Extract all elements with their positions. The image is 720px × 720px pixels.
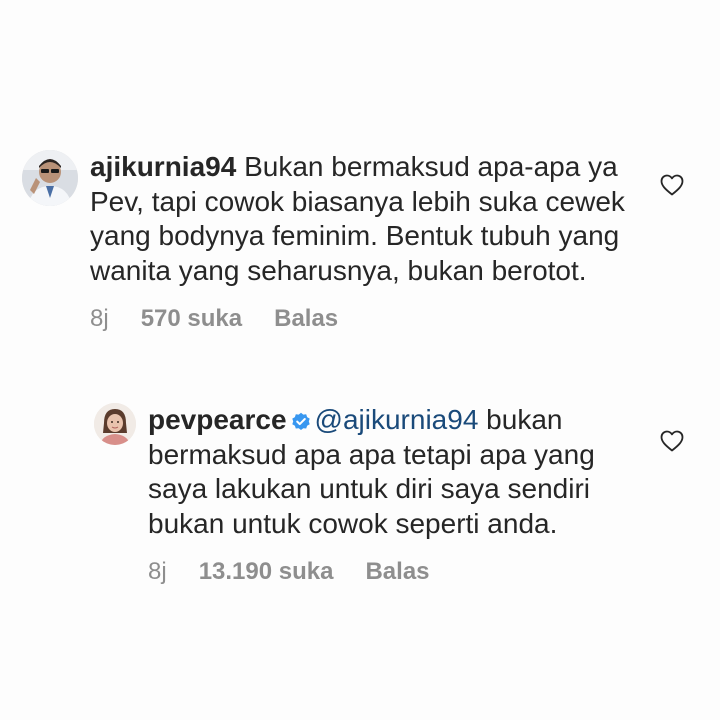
avatar-photo-icon [94,403,136,445]
comment-body: pevpearce @ajikurnia94 bukan bermaksud a… [148,403,600,590]
comment-likes[interactable]: 13.190 suka [199,555,334,590]
comment-username[interactable]: ajikurnia94 [90,151,236,182]
avatar[interactable] [22,150,78,206]
avatar[interactable] [94,403,136,445]
comment-mention[interactable]: @ajikurnia94 [315,404,479,435]
comment-body: ajikurnia94 Bukan bermaksud apa-apa ya P… [90,150,662,337]
comment-likes[interactable]: 570 suka [141,302,242,337]
comment-time: 8j [90,305,109,332]
comment-meta: 8j 13.190 suka Balas [148,555,600,590]
heart-outline-icon[interactable] [660,430,684,452]
reply-button[interactable]: Balas [274,302,338,337]
comment-text-block: ajikurnia94 Bukan bermaksud apa-apa ya P… [90,150,662,288]
reply-button[interactable]: Balas [365,555,429,590]
comment-item: ajikurnia94 Bukan bermaksud apa-apa ya P… [22,150,662,337]
heart-outline-icon[interactable] [660,174,684,196]
verified-badge-icon [291,412,310,430]
comment-meta: 8j 570 suka Balas [90,302,662,337]
comments-screen: ajikurnia94 Bukan bermaksud apa-apa ya P… [0,0,720,720]
comment-text-block: pevpearce @ajikurnia94 bukan bermaksud a… [148,403,600,541]
comment-username[interactable]: pevpearce [148,404,287,435]
avatar-photo-icon [22,150,78,206]
comment-item: pevpearce @ajikurnia94 bukan bermaksud a… [94,403,664,590]
comment-time: 8j [148,558,167,585]
